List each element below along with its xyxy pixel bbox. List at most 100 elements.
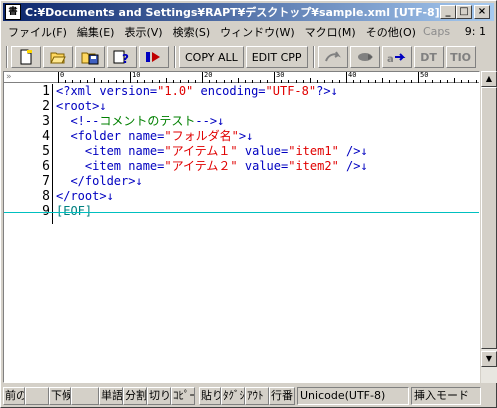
grep-icon: a bbox=[387, 53, 405, 65]
minimize-button[interactable]: _ bbox=[440, 5, 456, 19]
fkey-prev[interactable]: 前の bbox=[3, 387, 25, 405]
ruler-tick bbox=[266, 80, 268, 83]
menu-file[interactable]: ファイル(F) bbox=[3, 24, 72, 40]
fkey-copy[interactable]: ｺﾋﾟｰ bbox=[171, 387, 195, 405]
ruler-tick bbox=[374, 80, 376, 83]
ruler-tick bbox=[317, 80, 319, 83]
ruler-tick bbox=[324, 80, 326, 83]
fkey-blank[interactable] bbox=[25, 387, 49, 405]
gutter-divider bbox=[52, 84, 53, 224]
help-button[interactable]: ? bbox=[107, 46, 137, 68]
convert-button[interactable] bbox=[349, 46, 380, 68]
fkey-split[interactable]: 分割 bbox=[123, 387, 147, 405]
code-line[interactable]: <folder name="フォルダ名">↓ bbox=[56, 129, 253, 144]
save-folder-icon bbox=[81, 52, 99, 65]
ruler-number: 0 bbox=[60, 71, 65, 79]
code-line[interactable]: </folder>↓ bbox=[56, 174, 142, 189]
fkey-next-candidate[interactable]: 下候 bbox=[49, 387, 71, 405]
close-button[interactable]: × bbox=[474, 5, 490, 19]
ruler-tick bbox=[130, 72, 131, 83]
code-line[interactable]: <!--コメントのテスト-->↓ bbox=[56, 114, 224, 129]
menu-macro[interactable]: マクロ(M) bbox=[300, 24, 361, 40]
cursor-line-underline bbox=[4, 212, 479, 213]
line-number: 7 bbox=[42, 174, 50, 189]
ruler-tick bbox=[461, 80, 463, 83]
menu-search[interactable]: 検索(S) bbox=[168, 24, 216, 40]
ruler-tick bbox=[439, 80, 441, 83]
insert-mode-indicator[interactable]: 挿入モード bbox=[411, 387, 481, 405]
window-title: C:¥Documents and Settings¥RAPT¥デスクトップ¥sa… bbox=[25, 6, 440, 19]
toolbar-separator bbox=[174, 46, 176, 68]
new-file-button[interactable] bbox=[11, 46, 41, 68]
run-button[interactable] bbox=[139, 46, 169, 68]
ruler-tick bbox=[115, 80, 117, 83]
ruler-tick bbox=[194, 80, 196, 83]
code-line[interactable]: </root>↓ bbox=[56, 189, 114, 204]
fkey-paste[interactable]: 貼り bbox=[199, 387, 221, 405]
ruler-tick bbox=[389, 80, 391, 83]
help-icon: ? bbox=[113, 50, 129, 65]
line-number: 5 bbox=[42, 144, 50, 159]
fkey-blank[interactable] bbox=[71, 387, 99, 405]
copy-all-button[interactable]: COPY ALL bbox=[179, 46, 244, 68]
jump-button[interactable] bbox=[317, 46, 348, 68]
ruler-tick bbox=[79, 80, 81, 83]
vertical-scrollbar[interactable]: ▲ ▼ bbox=[481, 71, 497, 383]
ruler-tick bbox=[65, 80, 67, 83]
menu-view[interactable]: 表示(V) bbox=[119, 24, 167, 40]
scroll-thumb[interactable] bbox=[481, 87, 497, 349]
text-editor[interactable]: » 010203040506070 1 2 3 4 5 6 7 8 9 <?xm… bbox=[3, 71, 480, 383]
edit-cpp-button[interactable]: EDIT CPP bbox=[245, 46, 308, 68]
maximize-button[interactable]: □ bbox=[456, 5, 472, 19]
application-window: 書 C:¥Documents and Settings¥RAPT¥デスクトップ¥… bbox=[0, 0, 497, 408]
ruler-tick bbox=[367, 80, 369, 83]
ruler-tick bbox=[274, 72, 275, 83]
jump-arrow-icon bbox=[324, 51, 341, 62]
ruler-tick bbox=[295, 80, 297, 83]
open-file-button[interactable] bbox=[43, 46, 73, 68]
ruler-tick bbox=[446, 80, 448, 83]
ruler-tick bbox=[396, 80, 398, 83]
fkey-cut[interactable]: 切り bbox=[147, 387, 171, 405]
convert-arrow-icon bbox=[357, 53, 373, 61]
fkey-line-number[interactable]: 行番 bbox=[269, 387, 295, 405]
ruler-number: 40 bbox=[348, 71, 357, 79]
scroll-up-button[interactable]: ▲ bbox=[481, 71, 497, 87]
ruler-tick bbox=[94, 78, 95, 83]
tio-button[interactable]: TIO bbox=[445, 46, 476, 68]
run-icon bbox=[146, 52, 160, 62]
line-number: 8 bbox=[42, 189, 50, 204]
ruler-tick bbox=[468, 80, 470, 83]
ruler-tick bbox=[202, 72, 203, 83]
dt-button[interactable]: DT bbox=[413, 46, 444, 68]
ruler-tick bbox=[223, 80, 225, 83]
app-icon[interactable]: 書 bbox=[5, 4, 21, 20]
code-line[interactable]: <root>↓ bbox=[56, 99, 107, 114]
ruler-tick bbox=[331, 80, 333, 83]
save-file-button[interactable] bbox=[75, 46, 105, 68]
menu-window[interactable]: ウィンドウ(W) bbox=[215, 24, 299, 40]
ruler-tick bbox=[122, 80, 124, 83]
function-key-bar: 前の 下候 単語 分割 切り ｺﾋﾟｰ 貼り ﾀｸﾞｼﾞ ｱｳﾄ 行番 Unic… bbox=[3, 386, 496, 406]
menu-other[interactable]: その他(O) bbox=[361, 24, 421, 40]
encoding-indicator[interactable]: Unicode(UTF-8) bbox=[297, 387, 409, 405]
code-line[interactable]: <item name="アイテム２" value="item2" />↓ bbox=[56, 159, 368, 174]
code-line[interactable]: <?xml version="1.0" encoding="UTF-8"?>↓ bbox=[56, 84, 338, 99]
code-line[interactable]: <item name="アイテム１" value="item1" />↓ bbox=[56, 144, 368, 159]
column-ruler: » 010203040506070 bbox=[4, 72, 479, 83]
title-bar[interactable]: 書 C:¥Documents and Settings¥RAPT¥デスクトップ¥… bbox=[3, 3, 494, 21]
fkey-outline[interactable]: ｱｳﾄ bbox=[245, 387, 269, 405]
fkey-word[interactable]: 単語 bbox=[99, 387, 123, 405]
grep-button[interactable]: a bbox=[381, 46, 412, 68]
ruler-tick bbox=[454, 78, 455, 83]
ruler-number: 10 bbox=[132, 71, 141, 79]
menu-edit[interactable]: 編集(E) bbox=[72, 24, 120, 40]
ruler-tick bbox=[238, 78, 239, 83]
ruler-tick bbox=[180, 80, 182, 83]
ruler-tick bbox=[252, 80, 254, 83]
ruler-tick bbox=[338, 80, 340, 83]
scroll-down-button[interactable]: ▼ bbox=[481, 351, 497, 367]
ruler-tick bbox=[410, 80, 412, 83]
ruler-tick bbox=[230, 80, 232, 83]
fkey-tag-jump[interactable]: ﾀｸﾞｼﾞ bbox=[221, 387, 245, 405]
